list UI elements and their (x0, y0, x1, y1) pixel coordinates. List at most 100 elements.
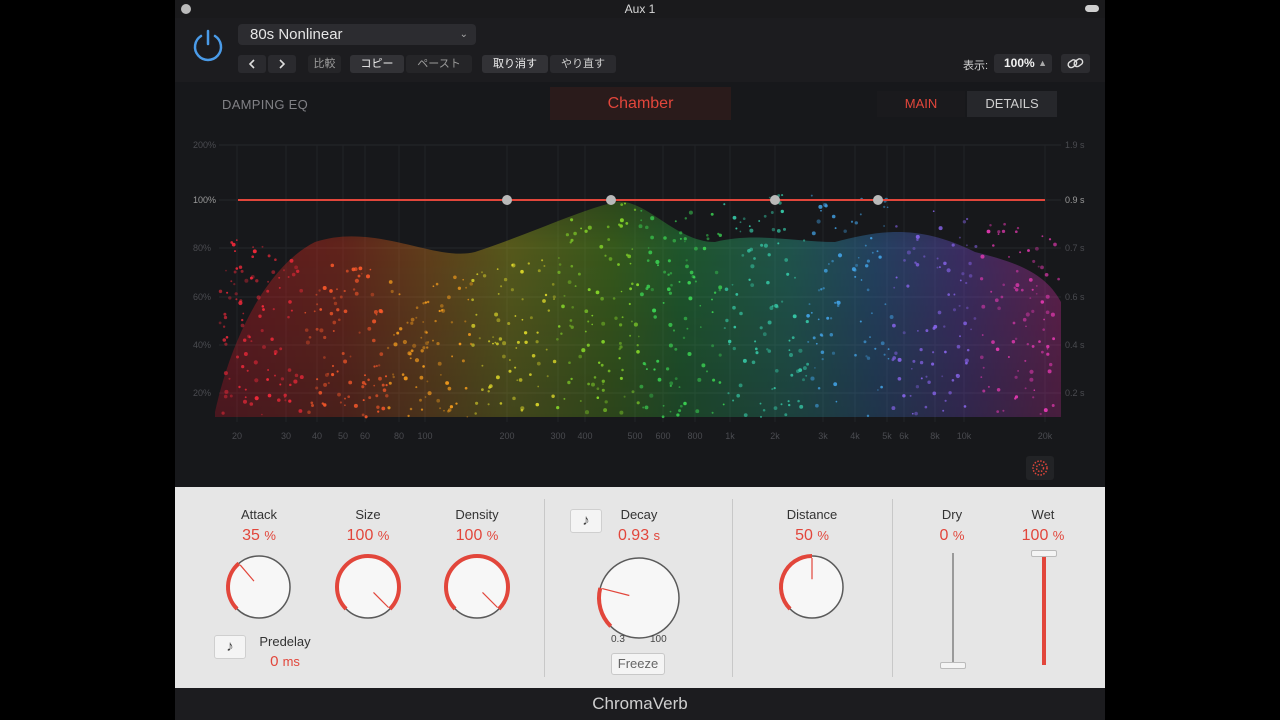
tab-details[interactable]: DETAILS (967, 91, 1057, 117)
particle (817, 318, 820, 321)
particle (997, 306, 1001, 311)
zoom-select[interactable]: 100% ▲ (994, 54, 1052, 73)
particle (951, 379, 955, 382)
particle (621, 316, 624, 319)
minimize-icon[interactable] (1085, 5, 1099, 12)
particle (808, 303, 811, 306)
particle (223, 315, 228, 320)
size-knob[interactable] (332, 551, 404, 623)
particle (488, 384, 493, 388)
particle (685, 264, 689, 269)
attack-value[interactable]: 35 % (204, 527, 314, 545)
particle (422, 365, 425, 368)
particle (854, 221, 858, 225)
particle (261, 413, 263, 416)
dry-slider-track[interactable] (952, 553, 954, 665)
next-preset-button[interactable] (268, 55, 296, 73)
particle (415, 386, 418, 389)
particle (1007, 255, 1011, 258)
predelay-value[interactable]: 0 ms (230, 653, 340, 670)
particle (955, 373, 961, 379)
particle (762, 408, 766, 412)
wet-value[interactable]: 100 % (988, 527, 1098, 545)
close-icon[interactable] (181, 4, 191, 14)
particle (225, 336, 229, 339)
prev-preset-button[interactable] (238, 55, 266, 73)
particle (663, 270, 667, 274)
particle (742, 217, 746, 221)
particle (563, 294, 566, 297)
particle (353, 267, 358, 271)
tab-main[interactable]: MAIN (877, 91, 965, 117)
decay-knob[interactable] (594, 553, 684, 643)
particle (974, 244, 978, 249)
frequency-tick: 6k (899, 431, 909, 441)
particle (310, 401, 314, 405)
divider (544, 499, 545, 677)
particle (811, 231, 816, 236)
particle (337, 392, 341, 397)
particle (966, 348, 970, 352)
attack-knob[interactable] (223, 551, 295, 623)
power-icon[interactable] (191, 28, 225, 62)
eq-node[interactable] (873, 195, 883, 205)
particle (535, 340, 539, 344)
particle (612, 297, 616, 300)
particle (866, 414, 870, 418)
particle (481, 271, 483, 274)
particle (687, 351, 692, 357)
particle (422, 302, 425, 305)
particle (387, 406, 391, 410)
redo-button[interactable]: やり直す (550, 55, 616, 73)
particle (631, 248, 634, 250)
compare-button[interactable]: 比較 (308, 55, 341, 73)
size-value[interactable]: 100 % (313, 527, 423, 545)
particle (963, 321, 967, 326)
particle (953, 293, 956, 296)
particle (618, 357, 621, 360)
particle (601, 388, 605, 392)
reverb-visualizer[interactable]: 200% 100% 80% 60% 40% 20% 1.9 s 0.9 s 0.7 s 0.6 … (175, 82, 1105, 487)
particle (828, 263, 830, 265)
particle (604, 400, 608, 404)
density-value[interactable]: 100 % (422, 527, 532, 545)
decay-value[interactable]: 0.93 s (584, 527, 694, 545)
particle (466, 415, 469, 418)
particle (514, 366, 517, 369)
particle (927, 380, 931, 385)
wet-slider-thumb[interactable] (1031, 550, 1057, 557)
paste-button[interactable]: ペースト (406, 55, 472, 73)
particle (712, 378, 716, 382)
copy-button[interactable]: コピー (350, 55, 404, 73)
particle (384, 375, 388, 378)
particle (218, 321, 222, 325)
visual-mode-button[interactable] (1026, 456, 1054, 480)
freeze-button[interactable]: Freeze (611, 653, 665, 675)
particle (344, 397, 346, 400)
particle (661, 415, 665, 419)
particle (520, 406, 525, 411)
particle (398, 293, 401, 296)
link-button[interactable] (1061, 54, 1090, 73)
particle (933, 324, 938, 329)
dry-slider-thumb[interactable] (940, 662, 966, 669)
particle (735, 227, 738, 230)
particle (851, 267, 856, 272)
room-type-selector[interactable]: Chamber (550, 87, 731, 120)
distance-knob[interactable] (776, 551, 848, 623)
particle (458, 342, 462, 346)
preset-menu[interactable]: 80s Nonlinear ⌄ (238, 24, 476, 45)
particle (645, 225, 649, 230)
distance-value[interactable]: 50 % (757, 527, 867, 545)
particle (254, 378, 259, 383)
particle (837, 253, 843, 258)
density-knob[interactable] (441, 551, 513, 623)
damping-eq-display[interactable]: 200% 100% 80% 60% 40% 20% 1.9 s 0.9 s 0.7 s 0.6 … (175, 82, 1105, 487)
particle (316, 303, 319, 306)
particle (601, 379, 605, 383)
particle (640, 219, 643, 222)
undo-button[interactable]: 取り消す (482, 55, 548, 73)
eq-node[interactable] (770, 195, 780, 205)
eq-node[interactable] (606, 195, 616, 205)
eq-node[interactable] (502, 195, 512, 205)
